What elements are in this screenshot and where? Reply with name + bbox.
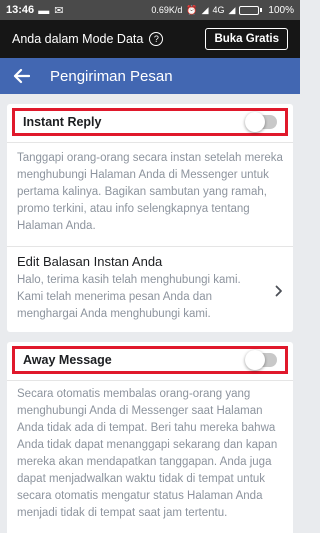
status-bar: 13:46 ▬ ✉ 0.69K/d ⏰ ◢ 4G ◢ 100% — [0, 0, 300, 20]
away-message-toggle[interactable] — [245, 350, 277, 370]
instant-reply-card: Instant Reply Tanggapi orang-orang secar… — [7, 104, 293, 332]
battery-percent: 100% — [268, 4, 294, 16]
signal-icon: ◢ — [201, 4, 209, 15]
edit-instant-reply-title: Edit Balasan Instan Anda — [17, 254, 163, 269]
chevron-right-icon — [275, 284, 283, 302]
notification-icons: ▬ ✉ — [34, 4, 65, 17]
divider — [7, 380, 293, 381]
free-mode-button[interactable]: Buka Gratis — [205, 28, 288, 50]
edit-instant-reply-row[interactable]: Edit Balasan Instan Anda Halo, terima ka… — [17, 254, 287, 323]
alarm-icon: ⏰ — [186, 4, 198, 15]
page-title: Pengiriman Pesan — [50, 67, 173, 85]
app-bar: Pengiriman Pesan — [0, 58, 300, 94]
divider — [7, 142, 293, 143]
network-speed: 0.69K/d — [151, 5, 183, 15]
data-mode-text: Anda dalam Mode Data — [12, 32, 144, 46]
signal-strength-icon: ◢ — [228, 4, 236, 15]
battery-icon — [239, 5, 263, 15]
away-message-label: Away Message — [23, 353, 112, 367]
away-message-card: Away Message Secara otomatis membalas or… — [7, 342, 293, 533]
instant-reply-label: Instant Reply — [23, 115, 102, 129]
data-mode-banner: Anda dalam Mode Data ? Buka Gratis — [0, 20, 300, 58]
status-right: 0.69K/d ⏰ ◢ 4G ◢ 100% — [151, 5, 294, 16]
away-message-description: Secara otomatis membalas orang-orang yan… — [17, 388, 278, 519]
status-time: 13:46 — [6, 4, 35, 16]
help-icon[interactable]: ? — [149, 32, 164, 46]
back-arrow-icon[interactable] — [12, 66, 34, 86]
instant-reply-description: Tanggapi orang-orang secara instan setel… — [17, 152, 283, 232]
network-type: 4G — [212, 5, 225, 15]
edit-instant-reply-message: Halo, terima kasih telah menghubungi kam… — [17, 274, 241, 320]
instant-reply-row[interactable]: Instant Reply — [12, 108, 288, 136]
divider — [7, 246, 293, 247]
instant-reply-toggle[interactable] — [245, 112, 277, 132]
away-message-row[interactable]: Away Message — [12, 346, 288, 374]
